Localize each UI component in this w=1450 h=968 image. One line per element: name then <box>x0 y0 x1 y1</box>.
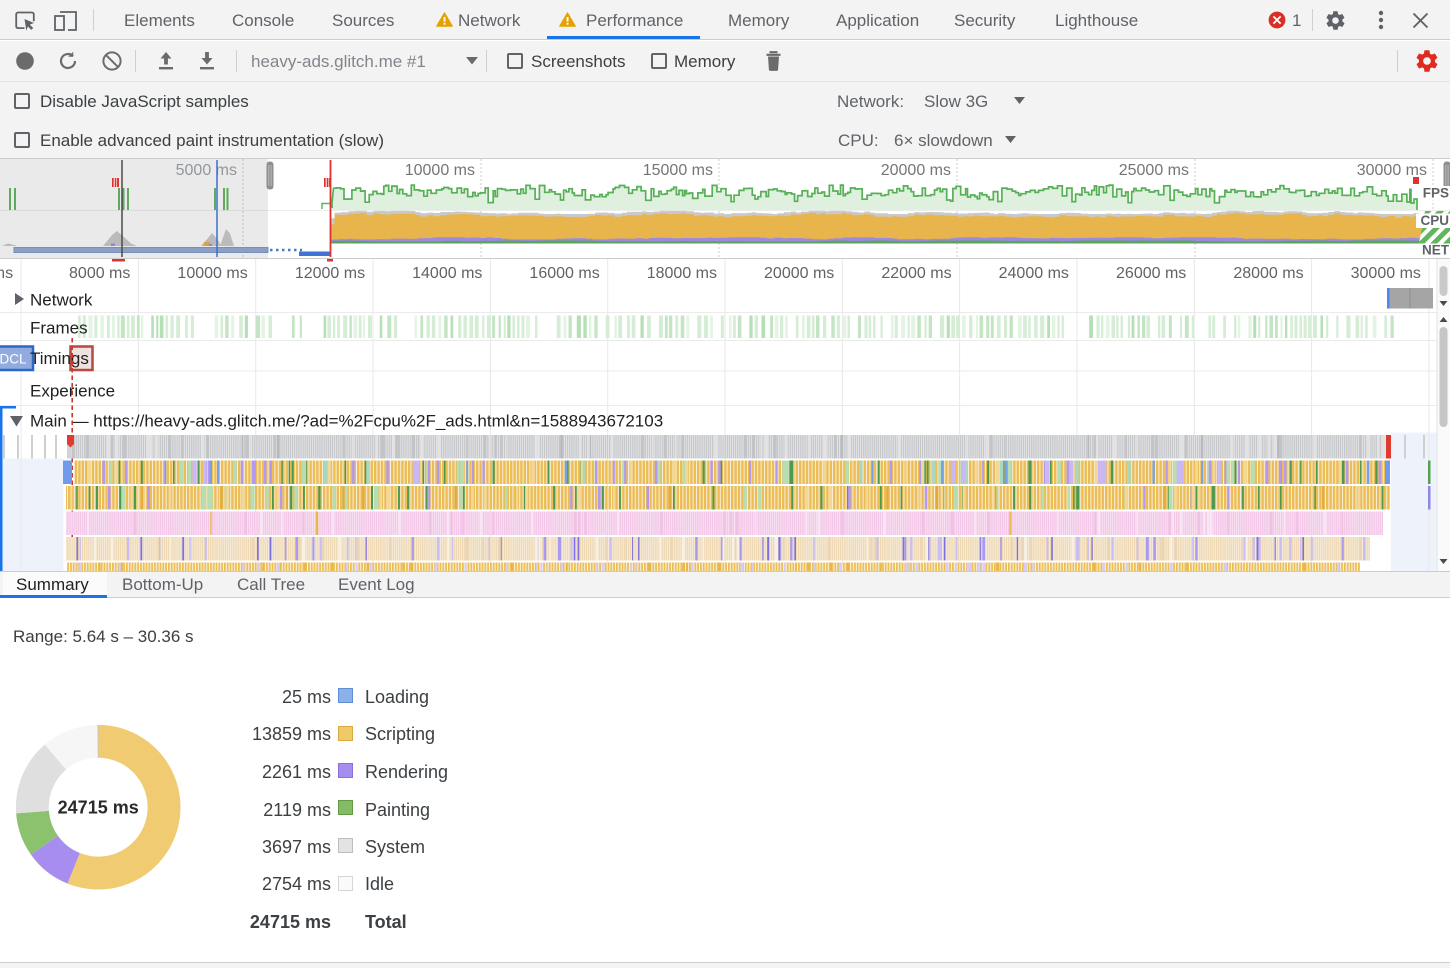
svg-text:14000 ms: 14000 ms <box>412 265 482 282</box>
svg-text:26000 ms: 26000 ms <box>1116 265 1186 282</box>
svg-text:16000 ms: 16000 ms <box>529 265 599 282</box>
svg-text:30000 ms: 30000 ms <box>1351 265 1421 282</box>
svg-text:CPU: CPU <box>1420 213 1449 228</box>
svg-text:20000 ms: 20000 ms <box>881 162 951 179</box>
svg-text:10000 ms: 10000 ms <box>177 265 247 282</box>
svg-text:6000 ms: 6000 ms <box>0 265 13 282</box>
svg-text:24715 ms: 24715 ms <box>58 798 139 818</box>
svg-text:NET: NET <box>1422 243 1450 258</box>
svg-text:18000 ms: 18000 ms <box>647 265 717 282</box>
svg-text:FPS: FPS <box>1423 186 1449 201</box>
svg-text:Frames: Frames <box>30 319 88 338</box>
svg-text:22000 ms: 22000 ms <box>881 265 951 282</box>
svg-text:Network: Network <box>30 291 93 310</box>
svg-text:Main — https://heavy-ads.glitc: Main — https://heavy-ads.glitch.me/?ad=%… <box>30 412 663 431</box>
svg-text:15000 ms: 15000 ms <box>643 162 713 179</box>
svg-text:28000 ms: 28000 ms <box>1233 265 1303 282</box>
svg-text:30000 ms: 30000 ms <box>1357 162 1427 179</box>
svg-text:24000 ms: 24000 ms <box>999 265 1069 282</box>
svg-text:10000 ms: 10000 ms <box>405 162 475 179</box>
svg-text:12000 ms: 12000 ms <box>295 265 365 282</box>
svg-text:Timings: Timings <box>30 349 89 368</box>
svg-text:20000 ms: 20000 ms <box>764 265 834 282</box>
svg-text:DCL: DCL <box>0 352 27 367</box>
svg-text:8000 ms: 8000 ms <box>69 265 130 282</box>
svg-text:25000 ms: 25000 ms <box>1119 162 1189 179</box>
